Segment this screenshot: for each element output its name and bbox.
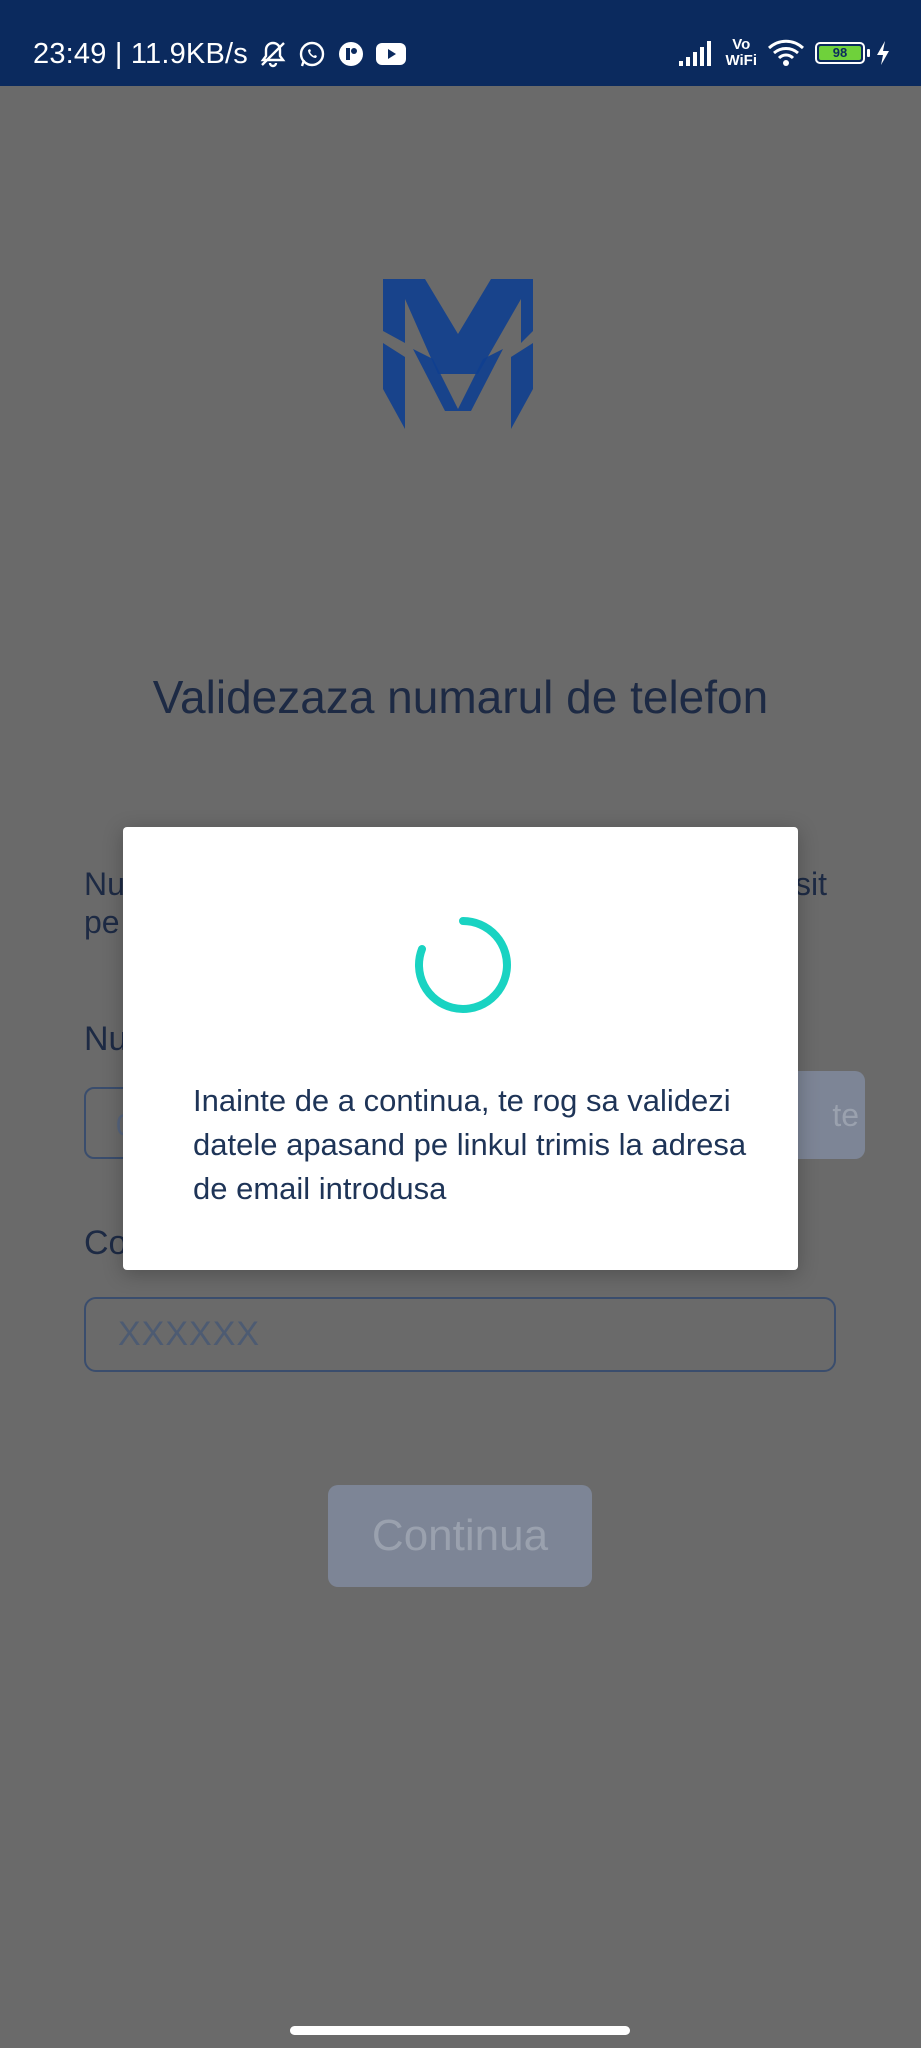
page-title: Validezaza numarul de telefon bbox=[152, 671, 769, 723]
vowifi-line2: WiFi bbox=[725, 52, 757, 69]
status-time: 23:49 | 11.9KB/s bbox=[33, 37, 248, 70]
youtube-icon bbox=[375, 43, 406, 65]
status-bar-left: 23:49 | 11.9KB/s bbox=[33, 34, 407, 74]
vowifi-indicator: Vo WiFi bbox=[725, 37, 757, 69]
notification-icons bbox=[258, 39, 407, 69]
phone-label: Nu bbox=[84, 1020, 128, 1058]
status-bar-right: Vo WiFi 98 bbox=[677, 33, 891, 73]
battery-icon: 98 bbox=[815, 42, 870, 64]
wifi-icon bbox=[767, 39, 805, 66]
code-input[interactable]: XXXXXX bbox=[84, 1297, 836, 1372]
continue-button[interactable]: Continua bbox=[328, 1485, 592, 1587]
loading-spinner-icon bbox=[414, 917, 511, 1013]
whatsapp-icon bbox=[299, 41, 325, 67]
status-bar: 23:49 | 11.9KB/s Vo WiFi 98 bbox=[0, 0, 921, 86]
description-fragment-right: sit bbox=[795, 866, 827, 902]
bell-muted-icon bbox=[260, 41, 286, 68]
dialog-message: Inainte de a continua, te rog sa validez… bbox=[193, 1083, 747, 1206]
charging-icon bbox=[877, 41, 889, 65]
description-fragment-left: Nu pe bbox=[84, 866, 125, 940]
vowifi-line1: Vo bbox=[732, 36, 751, 53]
code-label: Co bbox=[84, 1224, 128, 1262]
signal-icon bbox=[679, 41, 712, 66]
battery-level: 98 bbox=[819, 46, 861, 60]
app-icon bbox=[338, 42, 363, 66]
loading-dialog: Inainte de a continua, te rog sa validez… bbox=[123, 827, 798, 1270]
home-indicator[interactable] bbox=[290, 2026, 630, 2035]
brand-logo bbox=[383, 279, 533, 429]
